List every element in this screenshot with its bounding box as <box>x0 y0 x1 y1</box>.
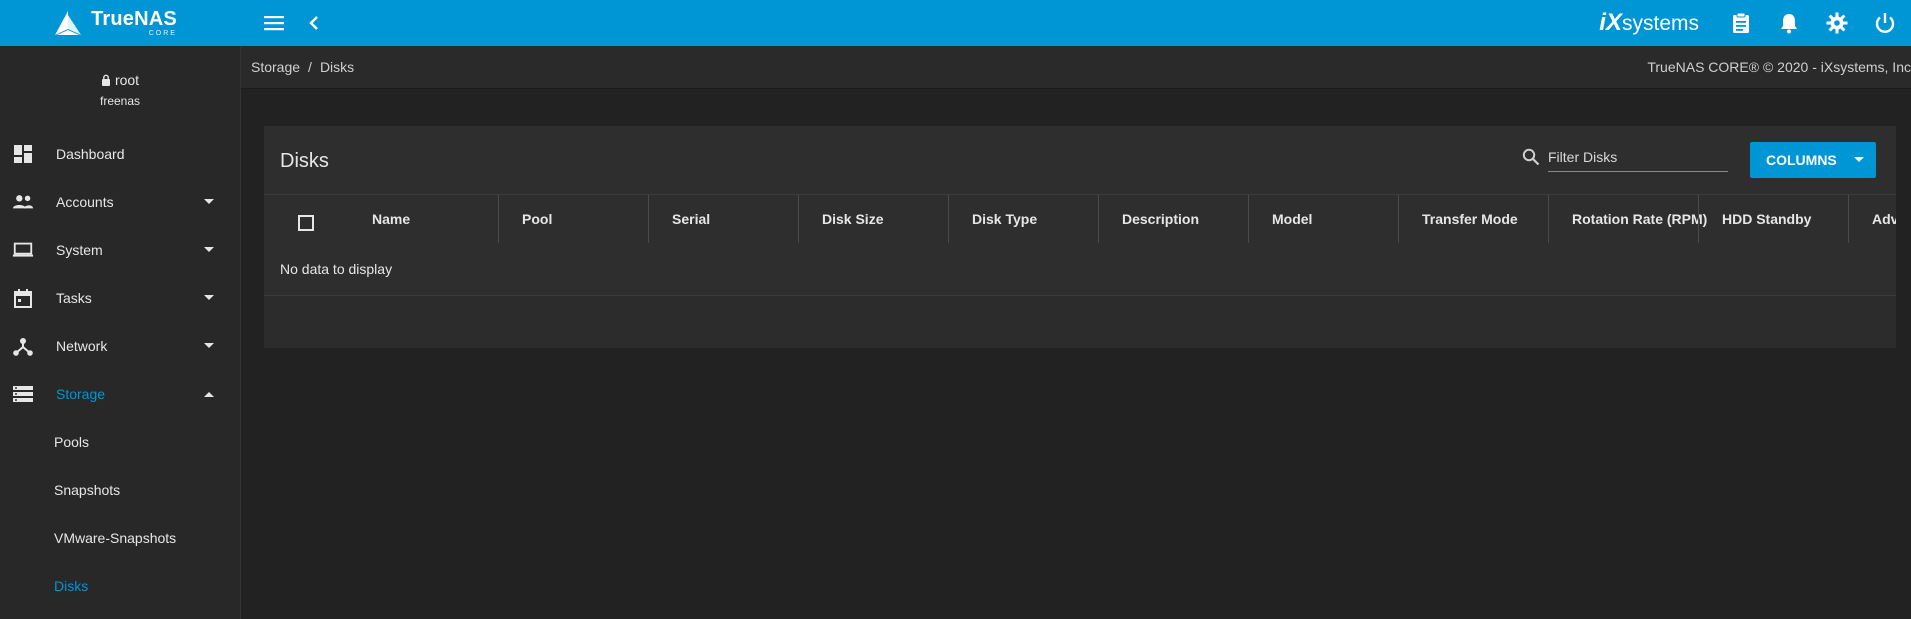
copyright-text: TrueNAS CORE® © 2020 - iXsystems, Inc <box>1647 59 1911 75</box>
column-header-model[interactable]: Model <box>1272 195 1312 243</box>
sidebar-item-tasks[interactable]: Tasks <box>0 274 240 322</box>
people-icon <box>12 191 34 213</box>
column-divider[interactable] <box>798 195 799 243</box>
username: root <box>114 72 140 88</box>
logo[interactable]: TrueNAS CORE <box>0 0 240 46</box>
column-divider[interactable] <box>1398 195 1399 243</box>
user-info: root freenas <box>0 46 240 130</box>
breadcrumb-storage[interactable]: Storage <box>251 59 300 75</box>
caret-up-icon <box>202 387 216 401</box>
columns-button-label: COLUMNS <box>1766 152 1837 168</box>
top-bar: TrueNAS CORE iX systems <box>0 0 1911 46</box>
column-divider[interactable] <box>948 195 949 243</box>
table-header: Name Pool Serial Disk Size Disk Type Des… <box>264 194 1896 244</box>
sidebar-item-label: System <box>56 242 103 258</box>
empty-table-row: No data to display <box>264 243 1896 296</box>
sidebar-item-network[interactable]: Network <box>0 322 240 370</box>
sidebar-subitem-vmware-snapshots[interactable]: VMware-Snapshots <box>0 514 240 562</box>
dashboard-icon <box>12 143 34 165</box>
column-header-pool[interactable]: Pool <box>522 195 552 243</box>
caret-down-icon <box>202 291 216 305</box>
breadcrumb: Storage / Disks <box>251 59 354 75</box>
laptop-icon <box>12 239 34 261</box>
gear-icon[interactable] <box>1823 9 1851 37</box>
ixsystems-logo-text: systems <box>1621 12 1699 35</box>
sidebar-subitem-disks[interactable]: Disks <box>0 562 240 610</box>
sidebar-item-accounts[interactable]: Accounts <box>0 178 240 226</box>
column-header-transfer-mode[interactable]: Transfer Mode <box>1422 195 1518 243</box>
network-icon <box>12 335 34 357</box>
truenas-logo-icon <box>55 11 82 35</box>
lock-icon <box>101 74 110 86</box>
sidebar-item-storage[interactable]: Storage <box>0 370 240 418</box>
search-icon <box>1520 146 1542 168</box>
filter-box <box>1520 140 1768 174</box>
column-header-serial[interactable]: Serial <box>672 195 710 243</box>
table-footer <box>264 296 1896 348</box>
column-header-disk-type[interactable]: Disk Type <box>972 195 1037 243</box>
column-divider[interactable] <box>1698 195 1699 243</box>
page-header: Storage / Disks TrueNAS CORE® © 2020 - i… <box>241 46 1911 89</box>
sidebar-item-dashboard[interactable]: Dashboard <box>0 130 240 178</box>
caret-down-icon <box>202 339 216 353</box>
column-header-disk-size[interactable]: Disk Size <box>822 195 883 243</box>
sidebar-item-label: Dashboard <box>56 146 125 162</box>
breadcrumb-disks: Disks <box>319 59 355 75</box>
clipboard-icon[interactable] <box>1727 9 1755 37</box>
column-divider[interactable] <box>1548 195 1549 243</box>
column-header-adv[interactable]: Adv <box>1872 195 1896 243</box>
columns-button[interactable]: COLUMNS <box>1750 142 1876 178</box>
hostname: freenas <box>99 94 141 108</box>
storage-icon <box>12 383 34 405</box>
sidebar-item-label: Tasks <box>56 290 92 306</box>
sidebar-item-label: Accounts <box>56 194 114 210</box>
bell-icon[interactable] <box>1775 9 1803 37</box>
column-divider[interactable] <box>498 195 499 243</box>
back-chevron-icon[interactable] <box>300 9 328 37</box>
sidebar-subitem-pools[interactable]: Pools <box>0 418 240 466</box>
column-divider[interactable] <box>1248 195 1249 243</box>
calendar-icon <box>12 287 34 309</box>
logo-subtitle: CORE <box>148 30 177 37</box>
empty-message: No data to display <box>280 261 393 277</box>
column-header-hdd-standby[interactable]: HDD Standby <box>1722 195 1811 243</box>
sidebar-item-label: Network <box>56 338 108 354</box>
logo-title: TrueNAS <box>91 8 177 30</box>
column-header-rotation-rate[interactable]: Rotation Rate (RPM) <box>1572 195 1707 243</box>
sidebar-subitem-snapshots[interactable]: Snapshots <box>0 466 240 514</box>
sidebar-item-system[interactable]: System <box>0 226 240 274</box>
column-divider[interactable] <box>648 195 649 243</box>
caret-down-icon <box>202 195 216 209</box>
sidebar-item-label: Storage <box>56 386 106 402</box>
sidebar: root freenas Dashboard Accounts System T… <box>0 46 241 619</box>
caret-down-icon <box>202 243 216 257</box>
power-icon[interactable] <box>1871 9 1899 37</box>
column-header-description[interactable]: Description <box>1122 195 1199 243</box>
column-divider[interactable] <box>1098 195 1099 243</box>
disks-card: Disks COLUMNS Name Pool Serial Disk Size… <box>264 126 1896 348</box>
page-title: Disks <box>280 150 329 172</box>
column-divider[interactable] <box>1848 195 1849 243</box>
ixsystems-logo[interactable]: iX systems <box>1599 9 1699 37</box>
menu-icon[interactable] <box>260 9 288 37</box>
breadcrumb-separator: / <box>308 59 312 75</box>
column-header-name[interactable]: Name <box>372 195 410 243</box>
caret-down-icon <box>1852 153 1866 167</box>
select-all-checkbox[interactable] <box>298 215 314 231</box>
filter-disks-input[interactable] <box>1548 142 1728 172</box>
ixsystems-logo-ix: iX <box>1599 9 1622 36</box>
